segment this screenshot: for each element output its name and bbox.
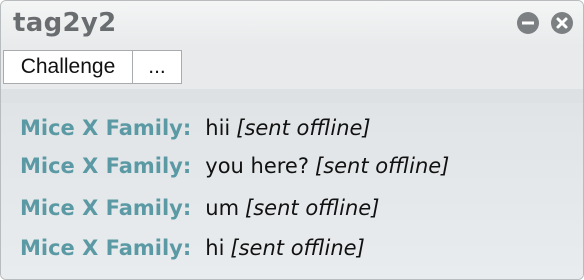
challenge-button[interactable]: Challenge bbox=[3, 50, 133, 84]
chat-window: tag2y2 Challenge ... Mice X Family: hii [s… bbox=[0, 0, 584, 280]
chat-message: Mice X Family: hii [sent offline] bbox=[20, 110, 371, 146]
chat-message: Mice X Family: um [sent offline] bbox=[20, 190, 379, 226]
message-sender[interactable]: Mice X Family: bbox=[20, 190, 191, 226]
message-text: you here? bbox=[205, 154, 309, 178]
title-bar[interactable]: tag2y2 bbox=[1, 1, 583, 47]
minimize-icon[interactable] bbox=[517, 12, 539, 34]
message-sender[interactable]: Mice X Family: bbox=[20, 148, 191, 184]
message-sender[interactable]: Mice X Family: bbox=[20, 110, 191, 146]
close-icon[interactable] bbox=[551, 12, 573, 34]
chat-message: Mice X Family: you here? [sent offline] bbox=[20, 148, 449, 184]
divider bbox=[1, 89, 583, 103]
chat-log[interactable]: Mice X Family: hii [sent offline] Mice X F… bbox=[1, 103, 583, 279]
message-status: [sent offline] bbox=[236, 116, 371, 140]
more-options-button[interactable]: ... bbox=[132, 50, 182, 84]
message-status: [sent offline] bbox=[315, 154, 450, 178]
chat-message: Mice X Family: hi [sent offline] bbox=[20, 230, 365, 266]
message-text: um bbox=[205, 196, 240, 220]
window-title: tag2y2 bbox=[13, 8, 117, 38]
message-status: [sent offline] bbox=[245, 196, 380, 220]
message-sender[interactable]: Mice X Family: bbox=[20, 230, 191, 266]
message-text: hi bbox=[205, 236, 225, 260]
message-text: hii bbox=[205, 116, 231, 140]
message-status: [sent offline] bbox=[230, 236, 365, 260]
toolbar: Challenge ... bbox=[1, 47, 583, 89]
